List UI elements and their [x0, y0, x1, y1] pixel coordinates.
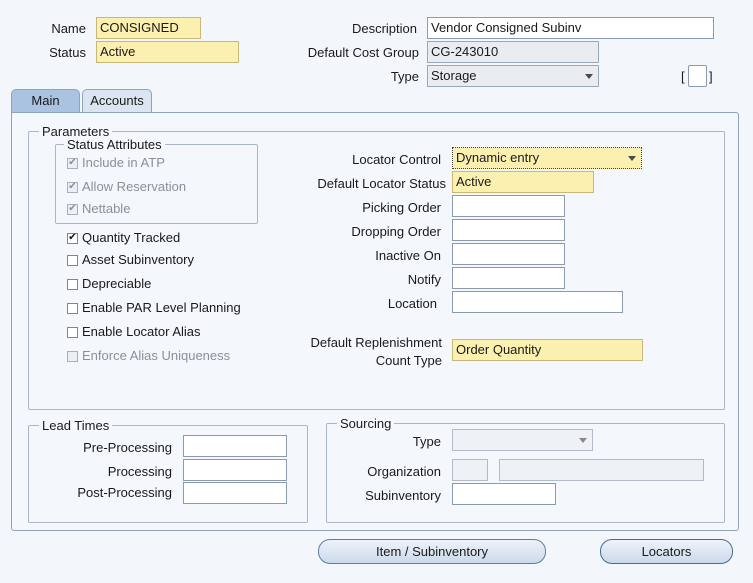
default-replenishment-count-type-field[interactable]: Order Quantity [452, 339, 643, 361]
status-field[interactable]: Active [96, 41, 239, 63]
default-cost-group-field[interactable]: CG-243010 [427, 41, 599, 63]
post-processing-label: Post-Processing [77, 485, 172, 500]
tab-accounts-label: Accounts [90, 93, 144, 108]
inactive-on-label: Inactive On [375, 248, 441, 263]
dropping-order-field[interactable] [452, 219, 565, 241]
locator-control-select[interactable]: Dynamic entry [452, 147, 642, 169]
enforce-alias-uniqueness-checkbox: Enforce Alias Uniqueness [67, 348, 230, 364]
organization-name-field[interactable] [499, 459, 704, 481]
description-field[interactable]: Vendor Consigned Subinv [427, 17, 714, 39]
status-label: Status [49, 45, 86, 60]
processing-label: Processing [107, 464, 172, 479]
locator-control-label: Locator Control [352, 152, 441, 167]
lead-times-title: Lead Times [39, 418, 113, 434]
enable-locator-alias-label: Enable Locator Alias [82, 324, 201, 339]
include-in-atp-label: Include in ATP [82, 155, 165, 170]
count-type-label: Count Type [375, 353, 442, 368]
default-locator-status-label: Default Locator Status [317, 176, 446, 191]
allow-reservation-label: Allow Reservation [82, 179, 187, 194]
nettable-checkbox: ✔ Nettable [67, 201, 130, 217]
pre-processing-field[interactable] [183, 435, 287, 457]
depreciable-label: Depreciable [82, 276, 152, 291]
name-field[interactable]: CONSIGNED [96, 17, 201, 39]
enable-locator-alias-checkbox[interactable]: Enable Locator Alias [67, 324, 201, 340]
default-locator-status-field[interactable]: Active [452, 171, 594, 193]
status-attributes-title: Status Attributes [64, 137, 165, 153]
type-select[interactable]: Storage [427, 65, 599, 87]
sourcing-type-select[interactable] [452, 429, 593, 451]
tab-main-label: Main [31, 93, 60, 108]
tab-accounts[interactable]: Accounts [82, 89, 152, 113]
asset-subinventory-checkbox[interactable]: Asset Subinventory [67, 252, 194, 268]
nettable-label: Nettable [82, 201, 131, 216]
descriptive-flexfield[interactable] [688, 65, 707, 87]
organization-code-field[interactable] [452, 459, 488, 481]
flexfield-bracket-close: ] [709, 69, 713, 84]
tab-main[interactable]: Main [11, 89, 80, 113]
locators-button[interactable]: Locators [600, 539, 733, 564]
subinventory-label: Subinventory [365, 488, 441, 503]
dropping-order-label: Dropping Order [351, 224, 441, 239]
sourcing-title: Sourcing [337, 416, 395, 432]
type-label: Type [390, 69, 419, 84]
location-field[interactable] [452, 291, 623, 313]
subinventory-field[interactable] [452, 483, 556, 505]
default-replenishment-label: Default Replenishment [310, 335, 442, 350]
pre-processing-label: Pre-Processing [83, 440, 172, 455]
flexfield-bracket-open: [ [681, 69, 685, 84]
sourcing-type-label: Type [412, 434, 441, 449]
depreciable-checkbox[interactable]: Depreciable [67, 276, 151, 292]
enable-par-level-planning-checkbox[interactable]: Enable PAR Level Planning [67, 300, 241, 316]
default-cost-group-label: Default Cost Group [307, 45, 419, 60]
allow-reservation-checkbox: ✔ Allow Reservation [67, 179, 186, 195]
check-icon: ✔ [67, 157, 78, 169]
organization-label: Organization [367, 464, 441, 479]
item-subinventory-button[interactable]: Item / Subinventory [318, 539, 546, 564]
description-label: Description [351, 21, 417, 36]
quantity-tracked-checkbox[interactable]: ✔ Quantity Tracked [67, 230, 180, 246]
picking-order-field[interactable] [452, 195, 565, 217]
location-label: Location [387, 296, 437, 311]
notify-field[interactable] [452, 267, 565, 289]
enable-par-level-planning-label: Enable PAR Level Planning [82, 300, 241, 315]
picking-order-label: Picking Order [362, 200, 441, 215]
check-icon: ✔ [67, 203, 78, 215]
name-label: Name [51, 21, 86, 36]
notify-label: Notify [407, 272, 441, 287]
asset-subinventory-label: Asset Subinventory [82, 252, 195, 267]
processing-field[interactable] [183, 459, 287, 481]
inactive-on-field[interactable] [452, 243, 565, 265]
post-processing-field[interactable] [183, 482, 287, 504]
quantity-tracked-label: Quantity Tracked [82, 230, 181, 245]
check-icon: ✔ [67, 232, 78, 244]
include-in-atp-checkbox: ✔ Include in ATP [67, 155, 165, 171]
enforce-alias-uniqueness-label: Enforce Alias Uniqueness [82, 348, 231, 363]
check-icon: ✔ [67, 181, 78, 193]
